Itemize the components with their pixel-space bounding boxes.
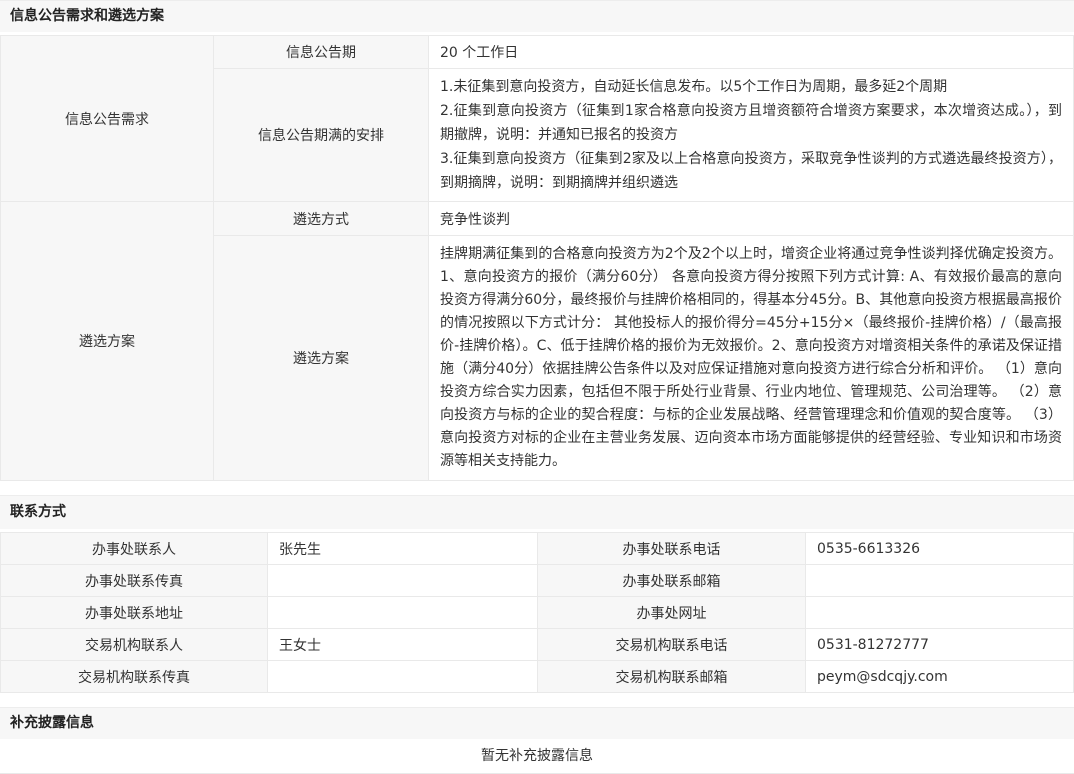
group-label-selection-plan: 遴选方案 [1, 202, 214, 481]
field-label-announcement-period: 信息公告期 [214, 36, 429, 69]
field-label-selection-method: 遴选方式 [214, 202, 429, 236]
field-value-selection-plan: 挂牌期满征集到的合格意向投资方为2个及2个以上时，增资企业将通过竞争性谈判择优确… [429, 236, 1074, 481]
contact-table: 办事处联系人 张先生 办事处联系电话 0535-6613326 办事处联系传真 … [0, 532, 1074, 693]
field-value-office-contact: 张先生 [268, 533, 538, 565]
field-label-exchange-phone: 交易机构联系电话 [538, 629, 806, 661]
spacer [0, 481, 1074, 495]
table-row: 信息公告需求 信息公告期 20 个工作日 [1, 36, 1074, 69]
field-label-office-address: 办事处联系地址 [1, 597, 268, 629]
announcement-section-title: 信息公告需求和遴选方案 [0, 0, 1074, 32]
field-value-announcement-period: 20 个工作日 [429, 36, 1074, 69]
field-label-expiry-arrangement: 信息公告期满的安排 [214, 69, 429, 202]
field-label-office-phone: 办事处联系电话 [538, 533, 806, 565]
table-row: 遴选方案 遴选方式 竞争性谈判 [1, 202, 1074, 236]
field-value-office-fax [268, 565, 538, 597]
contact-section-title: 联系方式 [0, 495, 1074, 529]
announcement-table: 信息公告需求 信息公告期 20 个工作日 信息公告期满的安排 1.未征集到意向投… [0, 35, 1074, 481]
field-label-office-email: 办事处联系邮箱 [538, 565, 806, 597]
group-label-announcement-need: 信息公告需求 [1, 36, 214, 202]
field-value-exchange-phone: 0531-81272777 [806, 629, 1074, 661]
field-value-office-phone: 0535-6613326 [806, 533, 1074, 565]
field-value-office-address [268, 597, 538, 629]
field-value-expiry-arrangement: 1.未征集到意向投资方，自动延长信息发布。以5个工作日为周期，最多延2个周期 2… [429, 69, 1074, 202]
field-label-office-website: 办事处网址 [538, 597, 806, 629]
spacer [0, 693, 1074, 707]
field-value-exchange-contact: 王女士 [268, 629, 538, 661]
supplement-empty-text: 暂无补充披露信息 [0, 739, 1074, 774]
field-value-exchange-fax [268, 661, 538, 693]
field-label-exchange-email: 交易机构联系邮箱 [538, 661, 806, 693]
field-value-office-website [806, 597, 1074, 629]
table-row: 办事处联系地址 办事处网址 [1, 597, 1074, 629]
field-label-selection-plan: 遴选方案 [214, 236, 429, 481]
supplement-section-title: 补充披露信息 [0, 707, 1074, 739]
table-row: 交易机构联系传真 交易机构联系邮箱 peym@sdcqjy.com [1, 661, 1074, 693]
table-row: 交易机构联系人 王女士 交易机构联系电话 0531-81272777 [1, 629, 1074, 661]
table-row: 办事处联系传真 办事处联系邮箱 [1, 565, 1074, 597]
table-row: 办事处联系人 张先生 办事处联系电话 0535-6613326 [1, 533, 1074, 565]
field-value-selection-method: 竞争性谈判 [429, 202, 1074, 236]
field-value-office-email [806, 565, 1074, 597]
field-label-office-fax: 办事处联系传真 [1, 565, 268, 597]
field-label-exchange-fax: 交易机构联系传真 [1, 661, 268, 693]
field-label-exchange-contact: 交易机构联系人 [1, 629, 268, 661]
field-value-exchange-email: peym@sdcqjy.com [806, 661, 1074, 693]
field-label-office-contact: 办事处联系人 [1, 533, 268, 565]
